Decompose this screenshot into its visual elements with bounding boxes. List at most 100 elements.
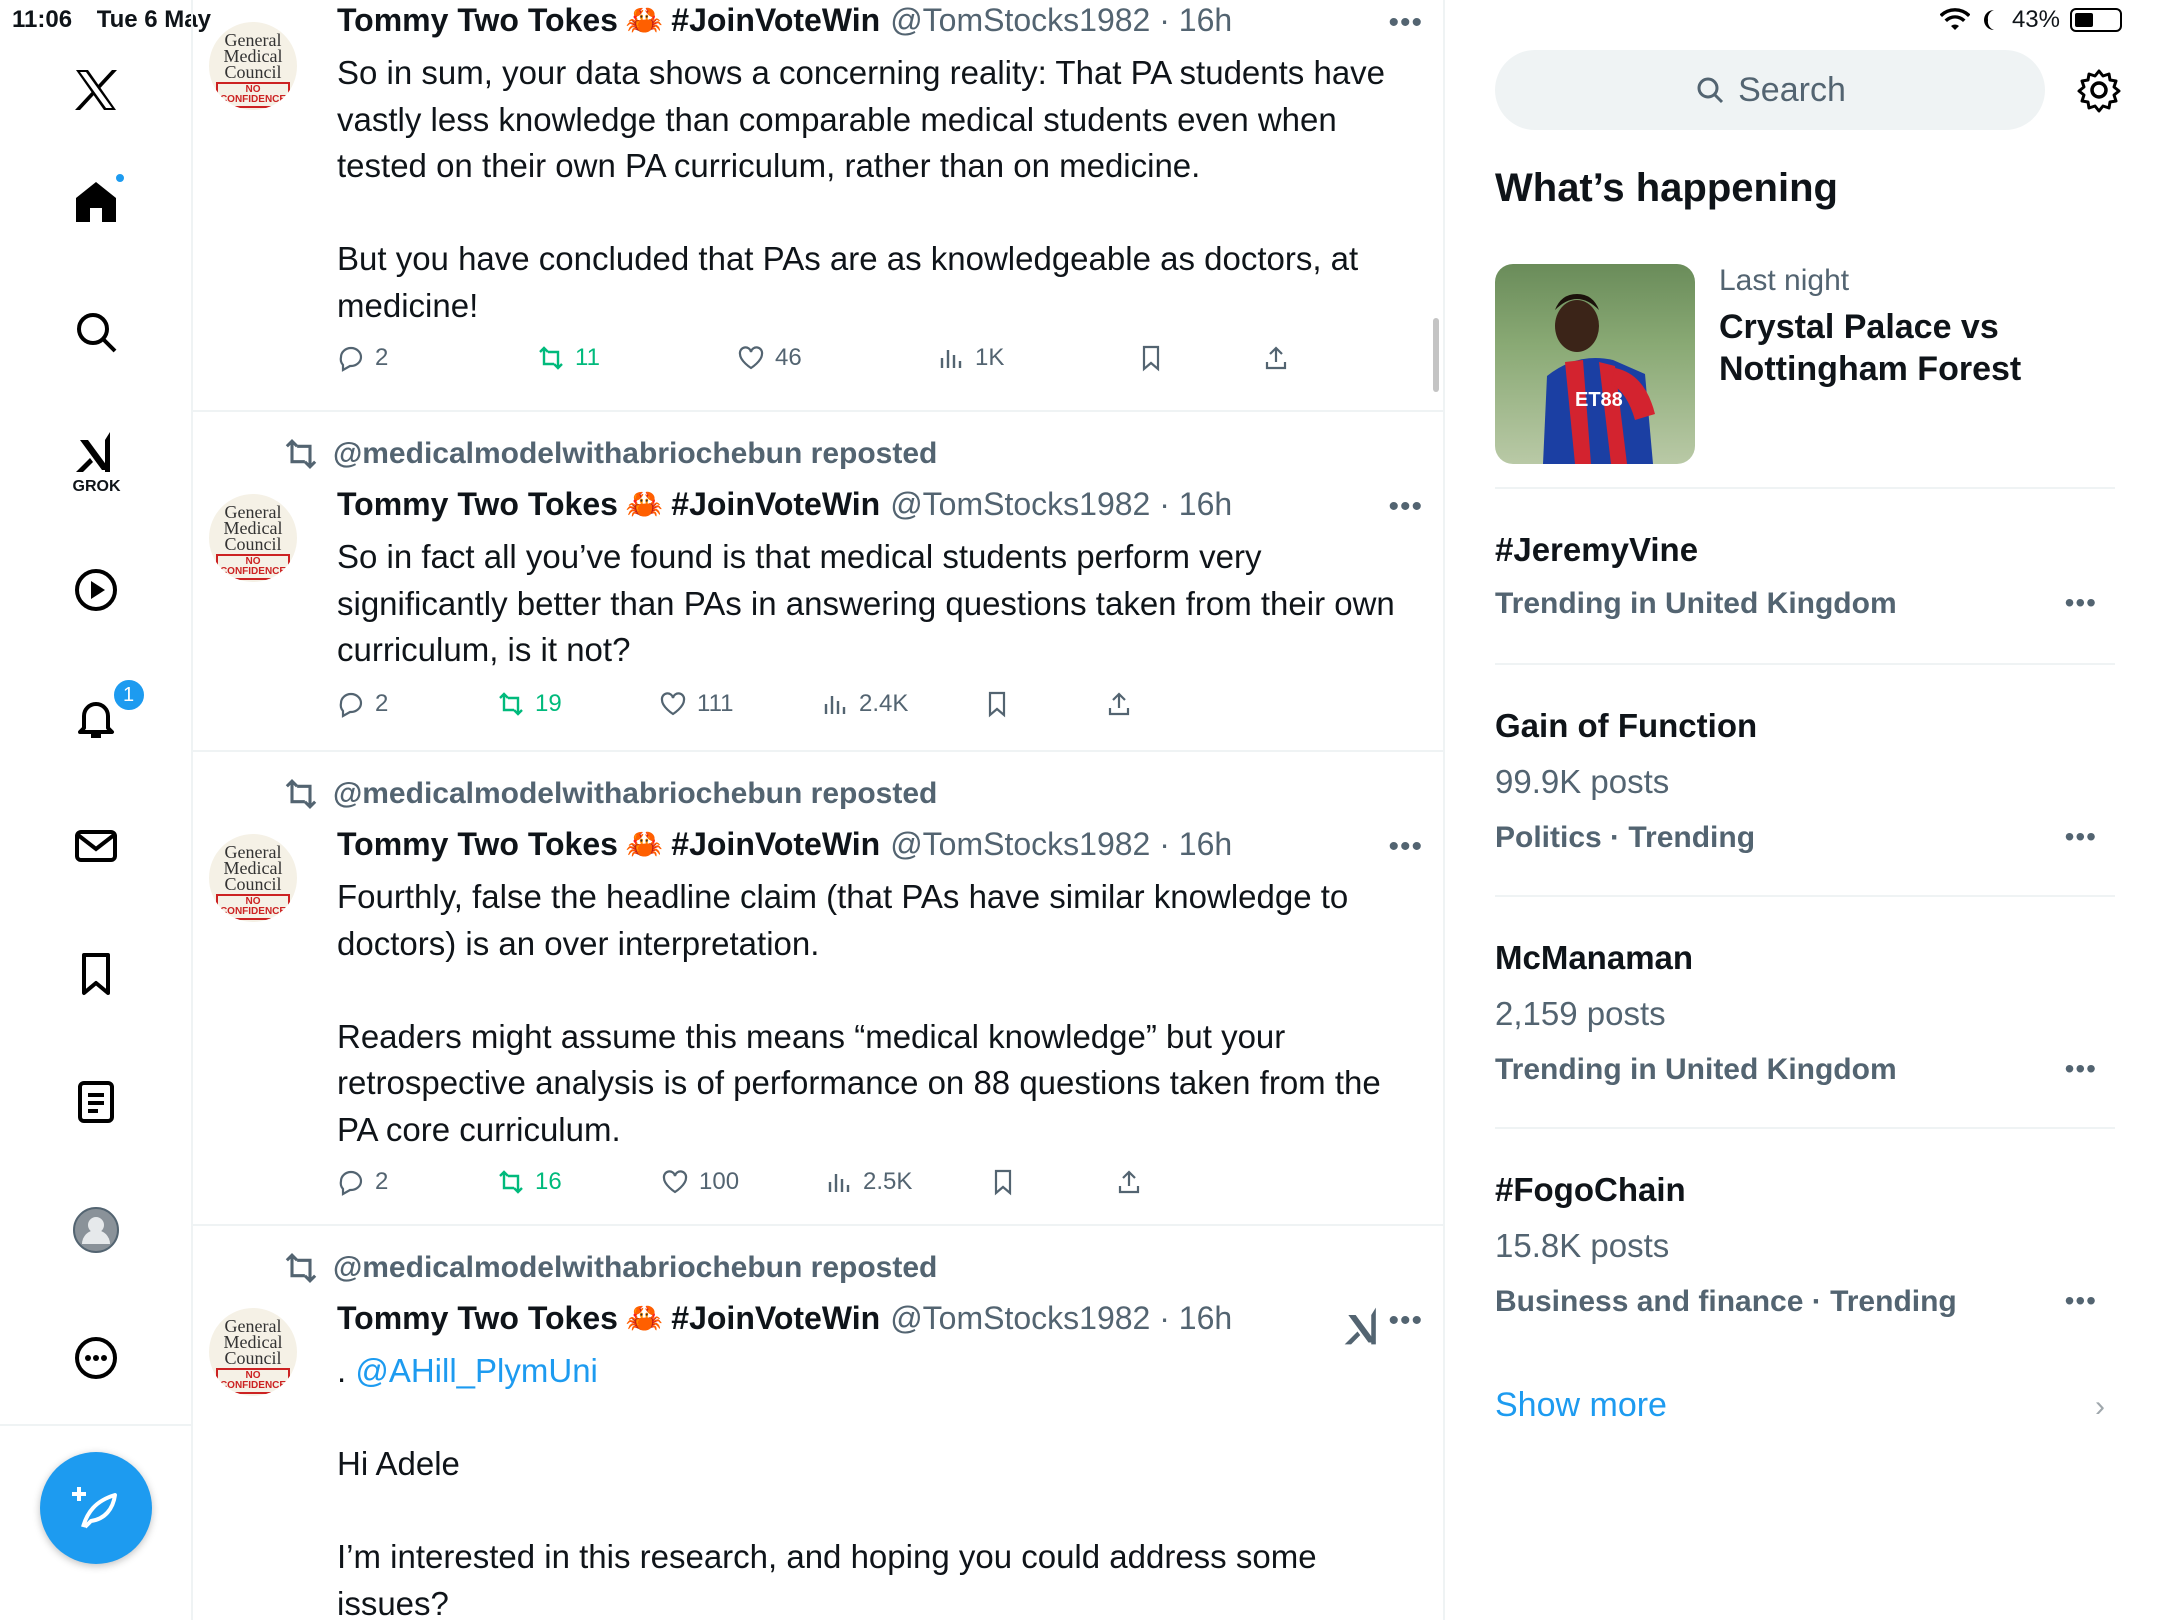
event-title[interactable]: Crystal Palace vs Nottingham Forest bbox=[1719, 306, 2119, 390]
trend-item[interactable]: Gain of Function 99.9K posts Politics · … bbox=[1495, 663, 2115, 895]
repost-button[interactable]: 16 bbox=[497, 1168, 661, 1196]
tweet-actions: 2 16 100 2.5K bbox=[337, 1168, 1143, 1196]
gear-icon[interactable] bbox=[2075, 66, 2123, 114]
tweet[interactable]: General Medical Council NO CONFIDENCE Tom… bbox=[193, 0, 1443, 412]
bookmark-button[interactable] bbox=[989, 1168, 1115, 1196]
bell-icon[interactable]: 1 bbox=[68, 678, 146, 746]
heart-icon bbox=[738, 346, 764, 370]
show-more-link[interactable]: Show more bbox=[1495, 1386, 1667, 1425]
tweet-header: Tommy Two Tokes 🦀 #JoinVoteWin @TomStock… bbox=[337, 2, 1232, 39]
avatar[interactable]: General Medical Council NO CONFIDENCE bbox=[209, 1308, 297, 1396]
bookmark-button[interactable] bbox=[1137, 344, 1262, 372]
share-button[interactable] bbox=[1262, 344, 1290, 372]
reposted-by-text[interactable]: @medicalmodelwithabriochebun reposted bbox=[333, 777, 937, 811]
author-handle[interactable]: @TomStocks1982 · 16h bbox=[890, 826, 1232, 863]
views-button[interactable]: 2.5K bbox=[825, 1168, 989, 1196]
video-icon[interactable] bbox=[68, 562, 124, 618]
more-options-icon[interactable]: ••• bbox=[1388, 490, 1423, 524]
grok-icon[interactable] bbox=[1341, 1304, 1385, 1348]
author-name[interactable]: Tommy Two Tokes bbox=[337, 1300, 618, 1337]
reply-icon bbox=[339, 692, 363, 718]
bookmark-icon[interactable] bbox=[68, 946, 124, 1002]
repost-button[interactable]: 11 bbox=[537, 344, 737, 372]
compose-button[interactable] bbox=[40, 1452, 152, 1564]
reply-button[interactable]: 2 bbox=[337, 1168, 497, 1196]
avatar[interactable]: General Medical Council NO CONFIDENCE bbox=[209, 494, 297, 582]
x-logo-icon[interactable] bbox=[68, 62, 124, 118]
trend-more-icon[interactable]: ••• bbox=[2065, 821, 2097, 853]
reposted-by-text[interactable]: @medicalmodelwithabriochebun reposted bbox=[333, 1251, 937, 1285]
share-icon bbox=[1108, 692, 1130, 716]
more-options-icon[interactable]: ••• bbox=[1388, 1304, 1423, 1338]
share-button[interactable] bbox=[1105, 690, 1133, 718]
reply-icon bbox=[339, 346, 363, 372]
author-tag: #JoinVoteWin bbox=[671, 2, 881, 38]
trend-item[interactable]: #JeremyVine Trending in United Kingdom •… bbox=[1495, 487, 2115, 663]
reply-button[interactable]: 2 bbox=[337, 690, 497, 718]
repost-icon bbox=[285, 438, 317, 470]
mention-link[interactable]: @AHill_PlymUni bbox=[355, 1352, 598, 1389]
repost-context: @medicalmodelwithabriochebun reposted bbox=[283, 776, 937, 812]
reply-button[interactable]: 2 bbox=[337, 344, 537, 372]
tweet[interactable]: @medicalmodelwithabriochebun reposted Ge… bbox=[193, 412, 1443, 752]
chevron-right-icon[interactable]: › bbox=[2095, 1390, 2105, 1424]
more-options-icon[interactable]: ••• bbox=[1388, 6, 1423, 40]
trend-item[interactable]: #FogoChain 15.8K posts Business and fina… bbox=[1495, 1127, 2115, 1359]
like-button[interactable]: 46 bbox=[737, 344, 937, 372]
author-tag: #JoinVoteWin bbox=[671, 826, 881, 862]
reply-count: 2 bbox=[375, 1168, 389, 1195]
search-icon[interactable] bbox=[68, 304, 124, 360]
reply-icon bbox=[339, 1170, 363, 1196]
share-button[interactable] bbox=[1115, 1168, 1143, 1196]
grok-icon[interactable] bbox=[68, 424, 124, 480]
repost-icon bbox=[499, 692, 523, 716]
whats-happening-title: What’s happening bbox=[1495, 166, 1838, 210]
avatar-badge-line: CONFIDENCE bbox=[219, 906, 287, 917]
bookmark-icon bbox=[994, 1169, 1012, 1196]
author-handle[interactable]: @TomStocks1982 · 16h bbox=[890, 486, 1232, 523]
footballer-illustration: ET88 bbox=[1543, 294, 1655, 464]
author-handle[interactable]: @TomStocks1982 · 16h bbox=[890, 1300, 1232, 1337]
grok-label: GROK bbox=[72, 478, 121, 495]
tweet[interactable]: @medicalmodelwithabriochebun reposted Ge… bbox=[193, 752, 1443, 1226]
avatar[interactable]: General Medical Council NO CONFIDENCE bbox=[209, 22, 297, 110]
views-icon bbox=[828, 1174, 850, 1192]
trend-more-icon[interactable]: ••• bbox=[2065, 587, 2097, 619]
trend-item[interactable]: McManaman 2,159 posts Trending in United… bbox=[1495, 895, 2115, 1127]
tweet-actions: 2 11 46 1K bbox=[337, 344, 1290, 372]
lists-icon[interactable] bbox=[68, 1074, 124, 1130]
bookmark-button[interactable] bbox=[983, 690, 1105, 718]
author-name[interactable]: Tommy Two Tokes bbox=[337, 2, 618, 39]
event-meta: Last night bbox=[1719, 264, 1850, 297]
author-name[interactable]: Tommy Two Tokes bbox=[337, 826, 618, 863]
more-options-icon[interactable]: ••• bbox=[1388, 830, 1423, 864]
like-button[interactable]: 111 bbox=[659, 690, 821, 718]
profile-icon[interactable] bbox=[68, 1202, 124, 1258]
avatar-badge-line: CONFIDENCE bbox=[219, 1380, 287, 1391]
timeline-feed[interactable]: General Medical Council NO CONFIDENCE Tom… bbox=[193, 0, 1445, 1620]
reposted-by-text[interactable]: @medicalmodelwithabriochebun reposted bbox=[333, 437, 937, 471]
trend-more-icon[interactable]: ••• bbox=[2065, 1053, 2097, 1085]
views-button[interactable]: 2.4K bbox=[821, 690, 983, 718]
like-button[interactable]: 100 bbox=[661, 1168, 825, 1196]
author-name[interactable]: Tommy Two Tokes bbox=[337, 486, 618, 523]
author-handle[interactable]: @TomStocks1982 · 16h bbox=[890, 2, 1232, 39]
avatar[interactable]: General Medical Council NO CONFIDENCE bbox=[209, 834, 297, 922]
mail-icon[interactable] bbox=[68, 818, 124, 874]
trend-posts: 2,159 posts bbox=[1495, 995, 1666, 1032]
heart-icon bbox=[662, 1170, 688, 1194]
trend-more-icon[interactable]: ••• bbox=[2065, 1285, 2097, 1317]
crab-emoji: 🦀 bbox=[625, 4, 664, 37]
like-count: 111 bbox=[697, 690, 734, 717]
views-button[interactable]: 1K bbox=[937, 344, 1137, 372]
tweet[interactable]: @medicalmodelwithabriochebun reposted Ge… bbox=[193, 1226, 1443, 1620]
trend-context: Trending in United Kingdom bbox=[1495, 1053, 1897, 1086]
tweet-header: Tommy Two Tokes 🦀 #JoinVoteWin @TomStock… bbox=[337, 1300, 1232, 1337]
tweet-mention-line: . @AHill_PlymUni bbox=[337, 1348, 1407, 1395]
reply-count: 2 bbox=[375, 690, 389, 717]
event-image[interactable]: ET88 bbox=[1495, 264, 1695, 464]
more-icon[interactable] bbox=[68, 1330, 124, 1386]
home-icon[interactable] bbox=[68, 172, 126, 230]
search-input[interactable]: Search bbox=[1495, 50, 2045, 130]
repost-button[interactable]: 19 bbox=[497, 690, 659, 718]
